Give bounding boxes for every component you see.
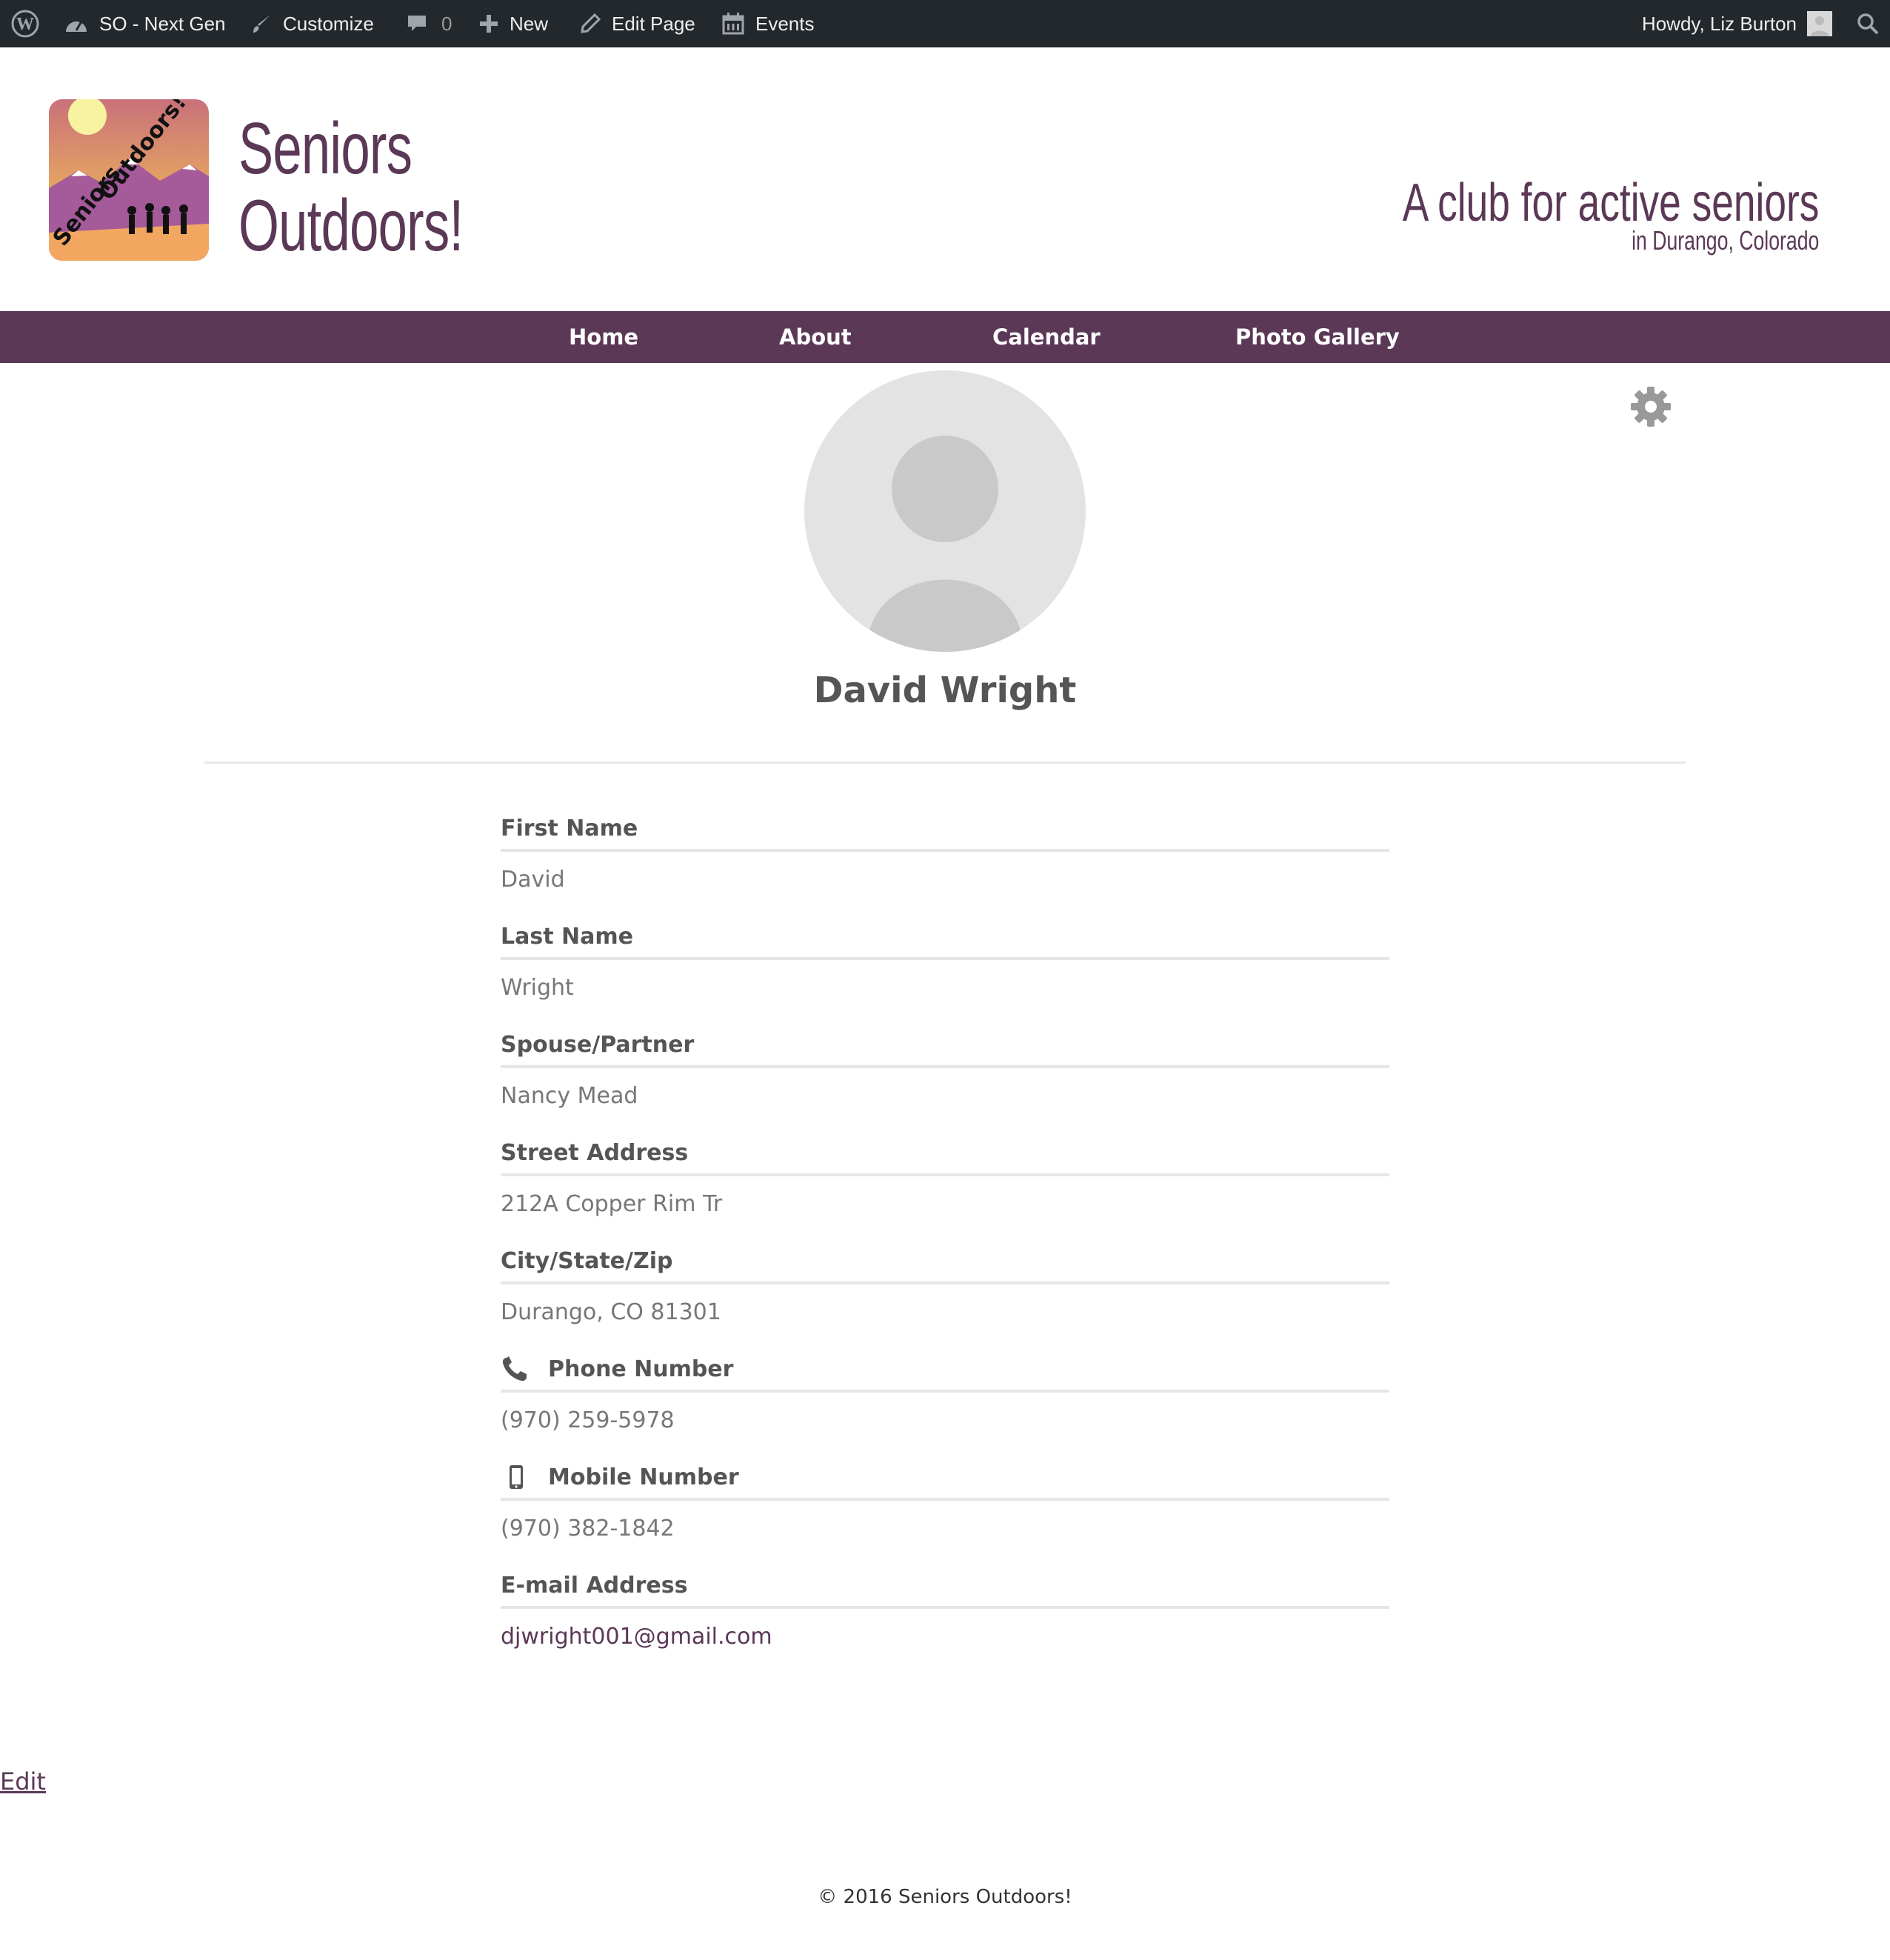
profile-avatar bbox=[804, 370, 1086, 652]
field-label: Spouse/Partner bbox=[501, 1024, 1389, 1068]
tagline-main: A club for active seniors bbox=[1402, 173, 1819, 233]
user-avatar bbox=[1807, 11, 1832, 36]
new-content-link[interactable]: New bbox=[478, 0, 548, 47]
user-account-menu[interactable]: Howdy, Liz Burton bbox=[1642, 0, 1832, 47]
field-value: Wright bbox=[501, 975, 574, 1001]
field-value: (970) 382-1842 bbox=[501, 1516, 675, 1541]
field-value: 212A Copper Rim Tr bbox=[501, 1191, 723, 1217]
customize-label: Customize bbox=[283, 12, 374, 35]
field-first-name: First Name David bbox=[501, 807, 1389, 916]
nav-item-photo-gallery[interactable]: Photo Gallery bbox=[1235, 311, 1400, 363]
field-last-name: Last Name Wright bbox=[501, 916, 1389, 1024]
profile-fields: First Name David Last Name Wright Spouse… bbox=[501, 807, 1389, 1673]
field-label: E-mail Address bbox=[501, 1564, 1389, 1609]
main-navigation: Home About Calendar Photo Gallery bbox=[0, 311, 1890, 363]
events-link[interactable]: Events bbox=[721, 0, 815, 47]
nav-item-home[interactable]: Home bbox=[569, 311, 638, 363]
site-tagline: A club for active seniors in Durango, Co… bbox=[1256, 175, 1819, 255]
field-label: First Name bbox=[501, 807, 1389, 852]
field-phone-number: Phone Number (970) 259-5978 bbox=[501, 1348, 1389, 1456]
field-value: Durango, CO 81301 bbox=[501, 1299, 721, 1325]
new-label: New bbox=[510, 12, 549, 35]
comments-link[interactable]: 0 bbox=[406, 0, 452, 47]
profile-name: David Wright bbox=[813, 670, 1077, 711]
svg-text:W: W bbox=[16, 15, 34, 34]
edit-page-label: Edit Page bbox=[612, 12, 695, 35]
field-label: Last Name bbox=[501, 916, 1389, 960]
calendar-icon bbox=[721, 12, 745, 36]
field-spouse-partner: Spouse/Partner Nancy Mead bbox=[501, 1024, 1389, 1132]
field-mobile-number: Mobile Number (970) 382-1842 bbox=[501, 1456, 1389, 1564]
howdy-label: Howdy, Liz Burton bbox=[1641, 12, 1797, 35]
footer-copyright: © 2016 Seniors Outdoors! bbox=[818, 1886, 1072, 1908]
site-title-line1: Seniors bbox=[238, 107, 413, 189]
dashboard-icon bbox=[64, 13, 89, 35]
customize-link[interactable]: Customize bbox=[250, 0, 374, 47]
nav-item-calendar[interactable]: Calendar bbox=[992, 311, 1101, 363]
pencil-icon bbox=[579, 13, 601, 35]
phone-icon bbox=[501, 1354, 538, 1384]
wordpress-logo-icon[interactable]: W bbox=[10, 0, 40, 47]
site-title-line2: Outdoors! bbox=[238, 184, 464, 266]
comments-count: 0 bbox=[441, 12, 453, 35]
field-label-row: Phone Number bbox=[501, 1348, 1389, 1393]
site-name-label: SO - Next Gen bbox=[99, 12, 226, 35]
events-label: Events bbox=[755, 12, 815, 35]
brush-icon bbox=[250, 13, 273, 35]
field-label: Phone Number bbox=[548, 1356, 734, 1382]
field-value: David bbox=[501, 867, 565, 893]
field-email-address: E-mail Address djwright001@gmail.com bbox=[501, 1564, 1389, 1673]
field-label: Street Address bbox=[501, 1132, 1389, 1176]
site-logo[interactable]: Seniors Outdoors! bbox=[49, 99, 209, 261]
field-label-row: Mobile Number bbox=[501, 1456, 1389, 1501]
email-link[interactable]: djwright001@gmail.com bbox=[501, 1624, 772, 1650]
edit-link[interactable]: Edit bbox=[0, 1767, 46, 1796]
site-title[interactable]: Seniors Outdoors! bbox=[238, 107, 464, 266]
field-value: Nancy Mead bbox=[501, 1083, 638, 1109]
plus-icon bbox=[478, 13, 499, 34]
tagline-sub: in Durango, Colorado bbox=[1631, 225, 1819, 256]
gear-icon[interactable] bbox=[1629, 385, 1672, 431]
field-label: City/State/Zip bbox=[501, 1240, 1389, 1284]
field-label: Mobile Number bbox=[548, 1464, 739, 1490]
nav-item-about[interactable]: About bbox=[779, 311, 852, 363]
mobile-icon bbox=[501, 1462, 538, 1492]
field-street-address: Street Address 212A Copper Rim Tr bbox=[501, 1132, 1389, 1240]
site-name-link[interactable]: SO - Next Gen bbox=[64, 0, 226, 47]
comment-icon bbox=[406, 13, 428, 35]
edit-page-link[interactable]: Edit Page bbox=[579, 0, 695, 47]
field-city-state-zip: City/State/Zip Durango, CO 81301 bbox=[501, 1240, 1389, 1348]
field-value: (970) 259-5978 bbox=[501, 1407, 675, 1433]
divider bbox=[204, 761, 1686, 764]
search-icon[interactable] bbox=[1856, 0, 1880, 47]
admin-bar: W SO - Next Gen Customize 0 New Edit Pag… bbox=[0, 0, 1890, 47]
